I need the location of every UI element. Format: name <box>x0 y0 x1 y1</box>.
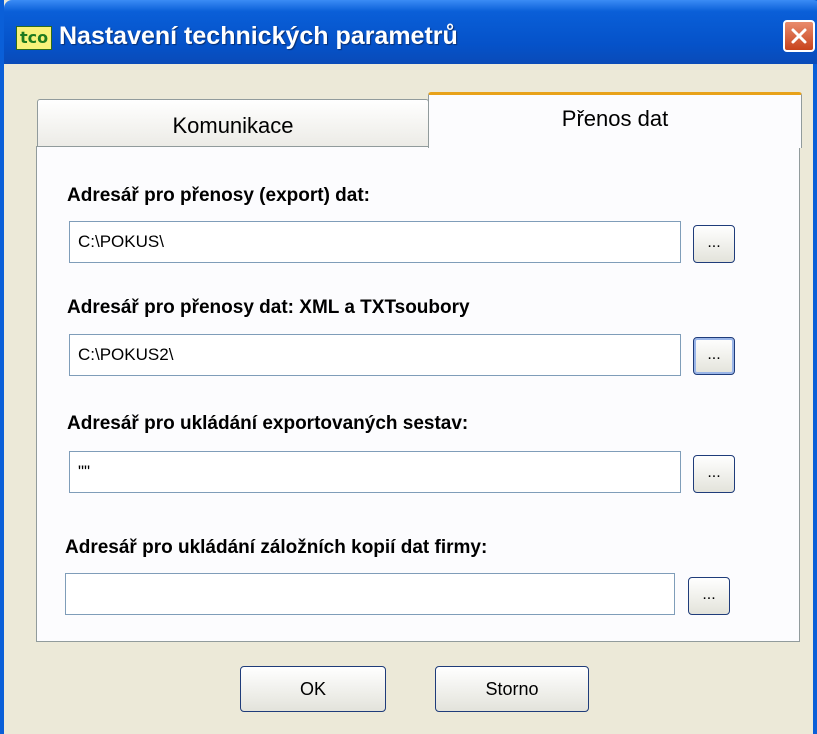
ok-button[interactable]: OK <box>240 666 386 712</box>
reports-dir-browse-button[interactable]: ... <box>693 455 735 493</box>
tab-panel: Adresář pro přenosy (export) dat: C:\POK… <box>36 146 800 642</box>
export-dir-browse-button[interactable]: ... <box>693 225 735 263</box>
dialog-window: tco Nastavení technických parametrů Komu… <box>0 0 817 734</box>
title-bar[interactable]: tco Nastavení technických parametrů <box>4 0 817 64</box>
backup-dir-browse-button[interactable]: ... <box>688 577 730 615</box>
export-dir-label: Adresář pro přenosy (export) dat: <box>67 185 370 206</box>
xml-txt-dir-input[interactable]: C:\POKUS2\ <box>69 334 681 376</box>
backup-dir-label: Adresář pro ukládání záložních kopií dat… <box>65 537 488 558</box>
export-dir-input[interactable]: C:\POKUS\ <box>69 221 681 263</box>
close-button[interactable] <box>783 20 815 52</box>
tab-prenos-dat[interactable]: Přenos dat <box>428 92 802 148</box>
reports-dir-input[interactable]: "" <box>69 451 681 493</box>
reports-dir-label: Adresář pro ukládání exportovaných sesta… <box>67 413 469 434</box>
xml-txt-dir-label: Adresář pro přenosy dat: XML a TXTsoubor… <box>67 297 470 318</box>
backup-dir-input[interactable] <box>65 573 675 615</box>
app-logo-icon: tco <box>16 26 52 50</box>
cancel-button[interactable]: Storno <box>435 666 589 712</box>
tab-komunikace[interactable]: Komunikace <box>37 99 429 147</box>
window-title: Nastavení technických parametrů <box>59 22 458 50</box>
close-icon <box>791 28 807 44</box>
xml-txt-dir-browse-button[interactable]: ... <box>693 337 735 375</box>
